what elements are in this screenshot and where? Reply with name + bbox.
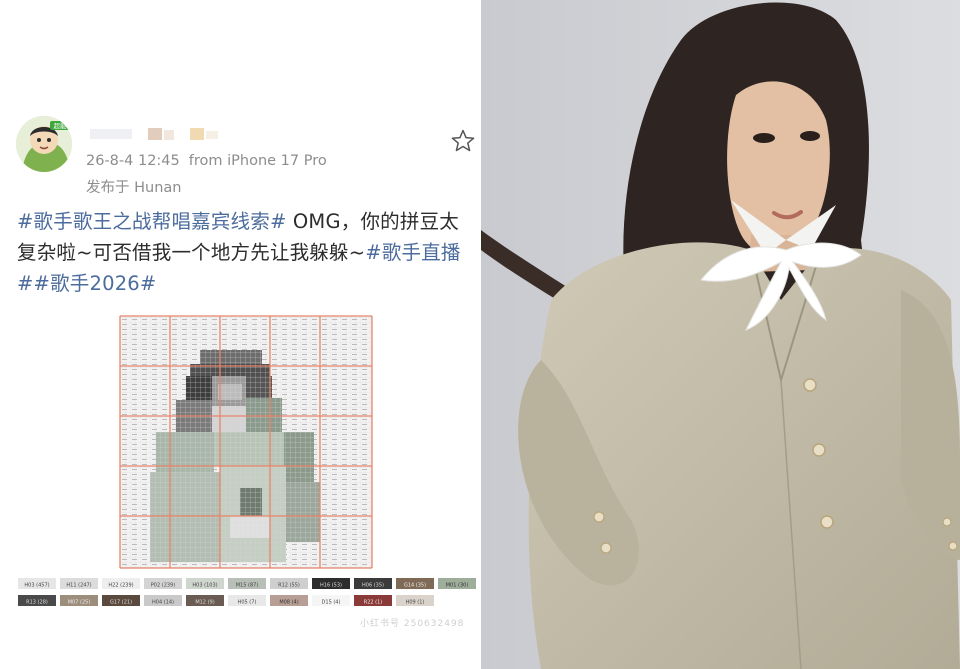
legend-code: R22 (1) [364,600,383,606]
button-icon [803,378,817,392]
legend-code: D15 (4) [322,600,341,606]
legend-code: H22 (239) [108,583,133,589]
button-icon [820,515,834,529]
legend-code: P02 (239) [151,583,175,589]
hashtag-link[interactable]: #歌手歌王之战帮唱嘉宾线索# [17,210,286,233]
avatar-badge: 超能 [54,121,68,130]
legend-code: M01 (30) [446,583,469,589]
post-location: 发布于 Hunan [86,180,182,196]
image-watermark: 小红书号 250632498 [360,619,465,629]
screenshot-composite: 超能 26-8-4 12:45 from iPhone 17 Pro 发布于 Hu… [0,0,960,669]
legend-row-2: R13 (28) M07 (25) G17 (21) H04 (14) M12 … [18,595,434,606]
button-icon [593,511,605,523]
user-avatar[interactable]: 超能 [16,116,72,172]
eye-right-icon [800,131,820,141]
eye-left-icon [753,133,775,143]
cartoon-avatar-icon: 超能 [16,116,72,172]
hashtag-link[interactable]: #歌手2026# [34,272,157,295]
button-icon [942,517,952,527]
bead-color-legend: H03 (457) H11 (247) H22 (239) P02 (239) … [18,578,476,606]
post-time: 26-8-4 12:45 [86,153,180,169]
legend-code: H09 (1) [406,600,425,606]
legend-code: H05 (7) [238,600,257,606]
button-icon [948,541,958,551]
legend-code: H03 (457) [24,583,49,589]
legend-code: M15 (87) [236,583,259,589]
post-body: #歌手歌王之战帮唱嘉宾线索# OMG，你的拼豆太复杂啦~可否借我一个地方先让我躲… [17,206,473,299]
legend-code: M12 (9) [195,600,214,606]
legend-code: H04 (14) [152,600,174,606]
button-icon [812,443,826,457]
portrait-photo[interactable] [481,0,960,669]
legend-code: R12 (55) [278,583,300,589]
legend-code: H16 (53) [320,583,342,589]
post-meta: 26-8-4 12:45 from iPhone 17 Pro [86,153,327,169]
button-icon [600,542,612,554]
legend-code: H03 (103) [192,583,217,589]
legend-code: M07 (25) [68,600,91,606]
legend-code: H11 (247) [66,583,91,589]
star-outline-icon[interactable] [450,128,476,154]
weibo-post-panel: 超能 26-8-4 12:45 from iPhone 17 Pro 发布于 Hu… [0,0,481,669]
legend-code: G17 (21) [110,600,132,606]
legend-code: G14 (35) [404,583,426,589]
legend-code: R13 (28) [26,600,48,606]
blurred-username [90,128,218,140]
bead-pattern-image[interactable] [90,312,390,574]
post-source[interactable]: from iPhone 17 Pro [189,153,327,169]
portrait-photo-panel [481,0,960,669]
legend-code: H06 (35) [362,583,384,589]
legend-row-1: H03 (457) H11 (247) H22 (239) P02 (239) … [18,578,476,589]
legend-code: M08 (4) [279,600,298,606]
